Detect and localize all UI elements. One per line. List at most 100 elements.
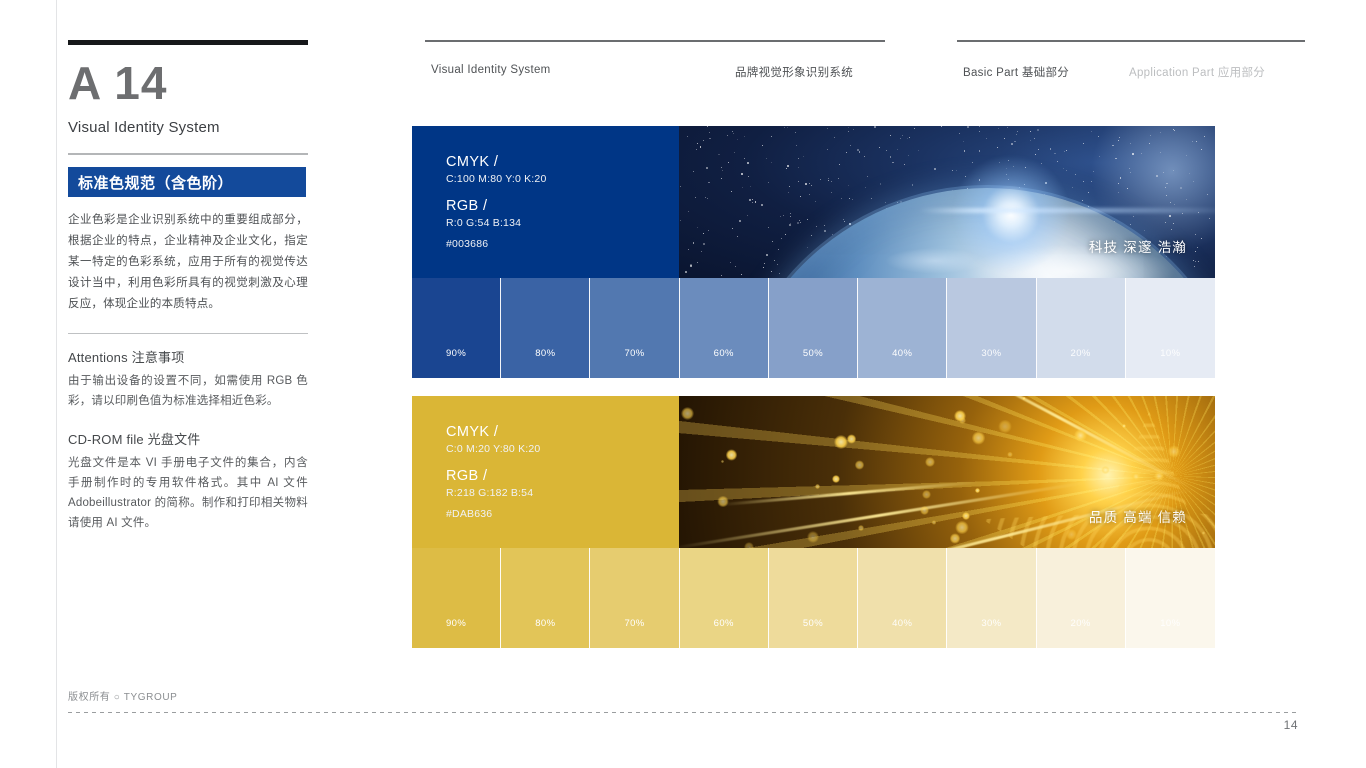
gold-sparkle-dot [998,419,1012,434]
tint-label: 70% [624,348,645,359]
nav-rule-right [957,40,1305,42]
tint-label: 90% [446,348,467,359]
secondary-rgb-value: R:218 G:182 B:54 [446,487,534,499]
tint-swatch: 20% [1036,548,1126,648]
gold-light-image: 品质 高端 信赖 [679,396,1215,548]
gold-sparkle-dot [953,410,966,423]
gold-sparkle-dot [806,530,819,543]
gold-sparkle-dot [1101,465,1110,475]
section-badge: 标准色规范（含色阶） [68,167,306,198]
nav-group-right: Basic Part 基础部分 Application Part 应用部分 [957,40,1305,82]
sun-flare-icon [951,154,1071,274]
tint-label: 90% [446,618,467,629]
chapter-bottom-rule [68,153,308,156]
color-spec-panels: CMYK / C:100 M:80 Y:0 K:20 RGB / R:0 G:5… [412,126,1215,666]
secondary-cmyk-title: CMYK / [446,424,499,440]
gold-sparkle-dot [955,521,969,535]
tint-label: 40% [892,618,913,629]
tint-label: 30% [981,618,1002,629]
lens-flare-streak [919,208,1215,213]
primary-color-block: CMYK / C:100 M:80 Y:0 K:20 RGB / R:0 G:5… [412,126,1215,378]
primary-cmyk-value: C:100 M:80 Y:0 K:20 [446,173,547,185]
gold-sparkle-dot [1131,471,1141,482]
tint-swatch: 70% [590,278,680,378]
gold-sparkle-dot [921,489,931,499]
primary-swatch-panel: CMYK / C:100 M:80 Y:0 K:20 RGB / R:0 G:5… [412,126,679,278]
nav-rule-left [425,40,885,42]
gold-sparkle-dot [1022,396,1026,401]
tint-swatch: 10% [1125,548,1215,648]
gold-sparkle-dot [1167,445,1181,458]
tint-swatch: 30% [947,548,1037,648]
cdrom-body: 光盘文件是本 VI 手册电子文件的集合，内含手册制作时的专用软件格式。其中 AI… [68,457,308,530]
intro-paragraph: 企业色彩是企业识别系统中的重要组成部分，根据企业的特点，企业精神及企业文化，指定… [68,214,308,311]
tint-swatch: 80% [501,278,591,378]
nav-item-application-part[interactable]: Application Part 应用部分 [1129,64,1265,80]
nav-item-basic-part[interactable]: Basic Part 基础部分 [963,64,1069,80]
tint-swatch: 50% [768,548,859,648]
tint-swatch: 60% [679,278,769,378]
tint-label: 60% [713,348,734,359]
tint-label: 10% [1160,348,1181,359]
tint-swatch: 10% [1125,278,1215,378]
gold-sparkle-dot [681,407,694,420]
tint-swatch: 40% [858,278,948,378]
secondary-color-block: CMYK / C:0 M:20 Y:80 K:20 RGB / R:218 G:… [412,396,1215,648]
tint-label: 50% [802,618,824,629]
gold-sparkle-dot [1073,429,1087,443]
primary-hex-value: #003686 [446,238,489,250]
earth-space-image: 科技 深邃 浩瀚 [679,126,1215,278]
primary-rgb-title: RGB / [446,198,488,214]
tint-swatch: 30% [947,278,1037,378]
nav-group-left: Visual Identity System 品牌视觉形象识别系统 [425,40,885,82]
gold-sparkle-dot [832,475,840,483]
tint-swatch: 40% [858,548,948,648]
chapter-top-rule [68,40,308,45]
page-number: 14 [1283,718,1298,732]
secondary-rgb-title: RGB / [446,468,488,484]
cdrom-heading: CD-ROM file 光盘文件 [68,432,201,448]
tint-swatch: 90% [412,548,502,648]
tint-label: 10% [1160,618,1181,629]
tint-swatch: 70% [590,548,680,648]
tint-swatch: 50% [768,278,859,378]
tint-label: 70% [624,618,645,629]
gold-sparkle-dot [971,430,986,445]
tint-swatch: 60% [679,548,769,648]
tint-label: 30% [981,348,1002,359]
tint-label: 20% [1070,618,1091,629]
tint-label: 50% [802,348,824,359]
gold-sparkle-dot [834,435,848,449]
tint-label: 40% [892,348,913,359]
tint-label: 20% [1070,348,1091,359]
gold-sparkle-dot [1007,452,1013,458]
nav-item-visual-identity-system[interactable]: Visual Identity System [431,64,551,76]
primary-cmyk-title: CMYK / [446,154,499,170]
footer-copyright: 版权所有 ○ TYGROUP [68,692,178,703]
gold-sparkle-dot [725,449,738,461]
primary-tint-strip: 90% 80% 70% 60% 50% 40% 30% 20% 10% [412,278,1215,378]
primary-caption: 科技 深邃 浩瀚 [1088,240,1187,255]
primary-hero: CMYK / C:100 M:80 Y:0 K:20 RGB / R:0 G:5… [412,126,1215,278]
tint-swatch: 90% [412,278,502,378]
gold-sparkle-dot [854,460,865,470]
slide-page: A 14 Visual Identity System 标准色规范（含色阶） 企… [0,0,1366,768]
secondary-tint-strip: 90% 80% 70% 60% 50% 40% 30% 20% 10% [412,548,1215,648]
tint-label: 80% [535,618,556,629]
chapter-code: A 14 [68,57,168,109]
sidebar-divider [68,333,308,335]
secondary-hero: CMYK / C:0 M:20 Y:80 K:20 RGB / R:218 G:… [412,396,1215,548]
secondary-cmyk-value: C:0 M:20 Y:80 K:20 [446,443,541,455]
primary-rgb-value: R:0 G:54 B:134 [446,217,522,229]
left-edge-divider [56,0,57,768]
footer-dotted-rule [68,712,1298,713]
gold-sparkle-dot [858,525,864,531]
tint-label: 80% [535,348,556,359]
secondary-caption: 品质 高端 信赖 [1088,510,1187,525]
gold-sparkle-dot [717,495,729,508]
tint-label: 60% [713,618,734,629]
secondary-hex-value: #DAB636 [446,508,493,520]
gold-sparkle-dot [949,533,961,544]
gold-sparkle-dot [931,520,937,525]
nav-item-brand-vi-system[interactable]: 品牌视觉形象识别系统 [735,64,853,80]
